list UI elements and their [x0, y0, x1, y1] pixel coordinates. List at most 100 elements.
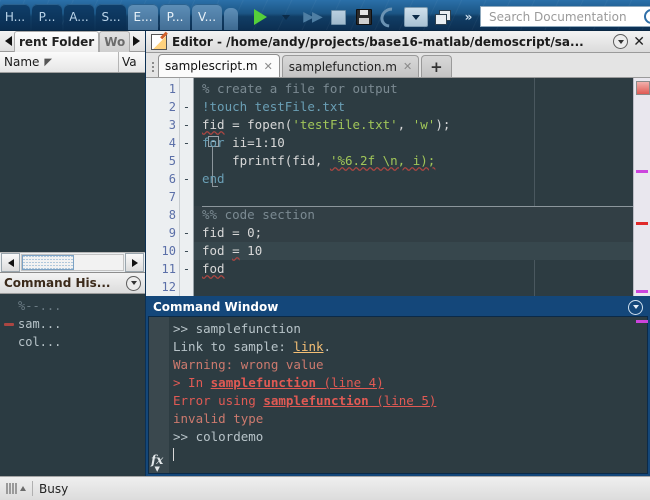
executable-marker[interactable]: [180, 206, 193, 224]
search-input[interactable]: [487, 8, 644, 25]
code-operator: = fopen(: [224, 117, 293, 132]
folder-table-body[interactable]: [0, 73, 145, 252]
executable-marker[interactable]: -: [180, 170, 193, 188]
code-string: '%6.2f \n, i);: [329, 153, 436, 168]
undo-dropdown-button[interactable]: [404, 6, 428, 28]
executable-marker[interactable]: -: [180, 260, 193, 278]
save-icon: [356, 9, 372, 25]
analyzer-marker-error[interactable]: [636, 222, 648, 225]
ribbon-tab-plots-label: P...: [38, 10, 56, 24]
executable-marker[interactable]: -: [180, 116, 193, 134]
code-operator: );: [435, 117, 451, 132]
code-line[interactable]: for ii=1:10: [194, 134, 633, 152]
editor-close-button[interactable]: ✕: [633, 35, 645, 49]
output-hyperlink[interactable]: link: [293, 339, 323, 354]
ribbon-tab-apps[interactable]: A...: [64, 4, 94, 30]
step-forward-button[interactable]: ▶▶: [300, 6, 324, 28]
scroll-track[interactable]: [21, 254, 124, 271]
executable-marker[interactable]: -: [180, 134, 193, 152]
code-line-text: fid = 0;: [202, 225, 263, 240]
editor-new-tab-button[interactable]: +: [421, 55, 452, 77]
save-button[interactable]: [352, 6, 376, 28]
editor-text[interactable]: % create a file for output !touch testFi…: [194, 78, 633, 296]
ribbon-tab-publish[interactable]: P...: [160, 4, 190, 30]
ribbon-tab-editor[interactable]: E...: [128, 4, 158, 30]
scroll-right-button[interactable]: [125, 253, 144, 272]
executable-marker[interactable]: [180, 278, 193, 296]
search-box[interactable]: [480, 6, 650, 27]
output-hyperlink-line[interactable]: (line 5): [369, 393, 436, 408]
editor-marker-column[interactable]: [633, 78, 650, 323]
folder-horizontal-scrollbar[interactable]: [0, 252, 145, 272]
code-line[interactable]: fid = fopen('testFile.txt', 'w');: [194, 116, 633, 134]
code-line-current[interactable]: fod = 10: [194, 242, 633, 260]
list-item[interactable]: col...: [0, 333, 145, 351]
toolbar-overflow-button[interactable]: »: [456, 6, 480, 28]
editor-tab-samplescript[interactable]: samplescript.m ✕: [158, 54, 280, 77]
scroll-thumb[interactable]: [22, 255, 74, 270]
code-analyzer-status-icon[interactable]: [636, 81, 650, 95]
executable-marker[interactable]: -: [180, 242, 193, 260]
code-line[interactable]: fprintf(fid, '%6.2f \n, i);: [194, 152, 633, 170]
editor-tabbar-grip[interactable]: [148, 57, 158, 77]
window-layout-button[interactable]: [430, 6, 454, 28]
list-item[interactable]: %--...: [0, 297, 145, 315]
list-item[interactable]: sam...: [0, 315, 145, 333]
executable-marker[interactable]: [180, 152, 193, 170]
scroll-left-button[interactable]: [1, 253, 20, 272]
function-browser-icon[interactable]: fx ▼: [151, 453, 163, 472]
command-window-menu-button[interactable]: [628, 299, 643, 315]
ribbon-tab-shortcuts[interactable]: S...: [96, 4, 126, 30]
command-window-body[interactable]: fx ▼ >> samplefunction Link to sample: li…: [148, 316, 648, 474]
close-icon[interactable]: ✕: [264, 60, 273, 73]
command-history-list[interactable]: %--... sam... col...: [0, 294, 145, 476]
tab-workspace[interactable]: Wo: [99, 30, 131, 52]
code-line[interactable]: fod: [194, 260, 633, 278]
ribbon-tab-plots[interactable]: P...: [32, 4, 62, 30]
output-hyperlink[interactable]: samplefunction: [211, 375, 316, 390]
tab-current-folder-label: rent Folder: [19, 34, 95, 49]
undo-button[interactable]: [375, 2, 405, 32]
executable-marker[interactable]: [180, 188, 193, 206]
executable-marker[interactable]: [180, 80, 193, 98]
code-line[interactable]: % create a file for output: [194, 80, 633, 98]
command-input-line[interactable]: [173, 446, 647, 464]
ribbon-tab-home[interactable]: H...: [0, 4, 30, 30]
main-body: rent Folder Wo Name ◤ Va Command His...: [0, 30, 650, 476]
run-dropdown-button[interactable]: [274, 6, 298, 28]
ribbon-tab-view[interactable]: V...: [192, 4, 222, 30]
column-header-name[interactable]: Name ◤: [0, 52, 119, 72]
column-header-value[interactable]: Va: [119, 52, 145, 72]
run-button[interactable]: [248, 6, 272, 28]
executable-marker[interactable]: -: [180, 224, 193, 242]
close-icon[interactable]: ✕: [403, 60, 412, 73]
code-line[interactable]: fid = 0;: [194, 224, 633, 242]
code-section-line[interactable]: %% code section: [194, 206, 633, 224]
code-line[interactable]: [194, 278, 633, 296]
chevron-double-right-icon: »: [464, 10, 473, 24]
output-hyperlink-line[interactable]: (line 4): [316, 375, 384, 390]
code-line[interactable]: end: [194, 170, 633, 188]
search-icon[interactable]: [644, 9, 650, 24]
tabs-scroll-right-button[interactable]: [130, 36, 142, 46]
tab-current-folder[interactable]: rent Folder: [14, 30, 100, 52]
chevron-right-icon: [132, 36, 140, 46]
chevron-down-icon: [617, 39, 624, 44]
right-panel: Editor - /home/andy/projects/base16-matl…: [146, 31, 650, 476]
command-window-output[interactable]: >> samplefunction Link to sample: link. …: [169, 317, 647, 473]
editor-menu-button[interactable]: [613, 34, 629, 49]
tabs-scroll-left-button[interactable]: [2, 36, 14, 46]
editor-tab-samplefunction[interactable]: samplefunction.m ✕: [281, 55, 420, 77]
executable-marker[interactable]: -: [180, 98, 193, 116]
status-grip-icon[interactable]: [6, 483, 26, 494]
analyzer-marker[interactable]: [636, 320, 648, 323]
editor-breakpoint-gutter[interactable]: - - - - - - -: [180, 78, 194, 296]
code-line[interactable]: [194, 188, 633, 206]
stop-button[interactable]: [326, 6, 350, 28]
analyzer-marker[interactable]: [636, 170, 648, 173]
command-history-menu-button[interactable]: [126, 275, 141, 291]
analyzer-marker[interactable]: [636, 290, 648, 293]
code-line[interactable]: !touch testFile.txt: [194, 98, 633, 116]
code-keyword: end: [202, 171, 225, 186]
output-hyperlink[interactable]: samplefunction: [263, 393, 368, 408]
